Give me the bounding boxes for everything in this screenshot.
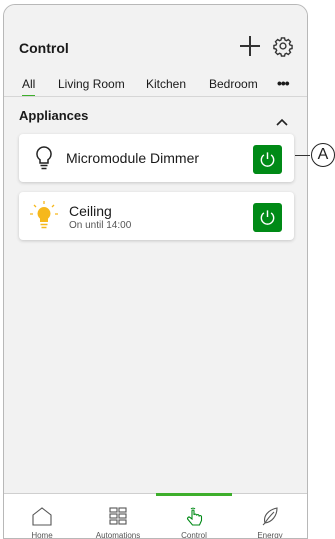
app-screen: Control All Living Room Kitchen Bedroom … [3,4,308,539]
nav-automations[interactable]: Automations [80,494,156,539]
bottom-nav: Home Automations Control Energy [4,493,307,539]
device-name: Micromodule Dimmer [66,150,200,166]
tab-bedroom[interactable]: Bedroom [209,77,258,91]
header-divider [4,96,307,97]
more-dots-icon[interactable]: ••• [277,75,290,91]
room-tabs: All Living Room Kitchen Bedroom ••• [4,73,307,97]
leaf-icon [262,507,278,526]
power-button[interactable] [253,145,282,174]
tab-kitchen[interactable]: Kitchen [146,77,186,91]
header: Control All Living Room Kitchen Bedroom … [4,5,307,97]
nav-label: Home [31,531,53,539]
tab-all[interactable]: All [22,77,36,97]
home-icon [32,507,52,526]
hand-tap-icon [187,507,203,526]
bulb-on-icon [29,200,59,232]
callout-label: A [311,143,335,167]
gear-icon[interactable] [272,35,294,57]
nav-label: Automations [95,531,141,539]
chevron-up-icon[interactable] [276,113,288,126]
device-card-micromodule-dimmer[interactable]: Micromodule Dimmer [19,134,294,182]
nav-label: Energy [257,531,283,539]
device-name: Ceiling [69,203,112,219]
nav-label: Control [181,531,207,539]
device-status: On until 14:00 [69,220,132,231]
tab-living-room[interactable]: Living Room [58,77,125,91]
grid-icon [109,507,127,525]
add-icon[interactable] [239,35,261,57]
section-title: Appliances [19,108,89,123]
nav-control[interactable]: Control [156,493,232,539]
device-card-ceiling[interactable]: Ceiling On until 14:00 [19,192,294,240]
callout-line [295,155,310,156]
page-title: Control [19,40,69,56]
nav-home[interactable]: Home [4,494,80,539]
power-button[interactable] [253,203,282,232]
bulb-off-icon [31,144,57,172]
nav-energy[interactable]: Energy [232,494,307,539]
